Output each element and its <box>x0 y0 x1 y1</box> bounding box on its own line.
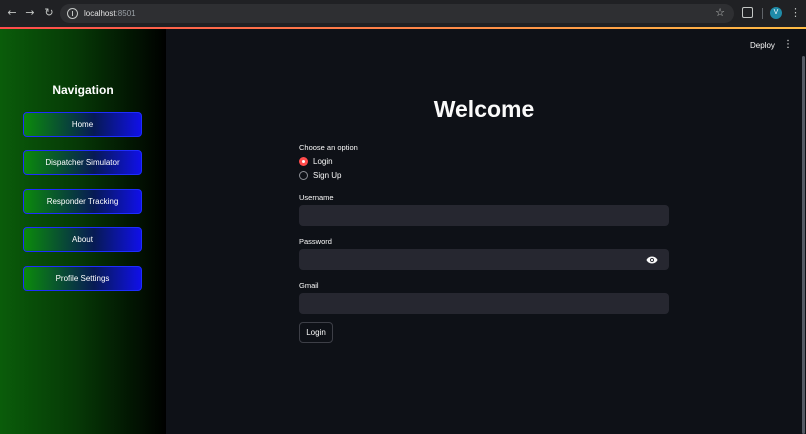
eye-icon[interactable] <box>646 254 658 266</box>
sidebar-item-label: Profile Settings <box>55 274 110 283</box>
username-input[interactable] <box>299 205 669 226</box>
radio-label: Sign Up <box>313 171 342 180</box>
scrollbar[interactable] <box>802 56 805 434</box>
password-label: Password <box>299 237 332 246</box>
back-arrow-icon[interactable]: ← <box>5 6 19 20</box>
sidebar-item-label: About <box>72 235 93 244</box>
reload-icon[interactable]: ↻ <box>42 6 56 20</box>
login-button-label: Login <box>306 328 326 337</box>
address-bar[interactable]: localhost:8501 ☆ <box>60 4 734 23</box>
radio-sign-up[interactable]: Sign Up <box>299 171 341 180</box>
username-label: Username <box>299 193 334 202</box>
sidebar-item-profile-settings[interactable]: Profile Settings <box>23 266 142 291</box>
login-button[interactable]: Login <box>299 322 333 343</box>
option-label: Choose an option <box>299 143 358 152</box>
url-host: localhost <box>84 9 116 18</box>
sidebar-item-responder-tracking[interactable]: Responder Tracking <box>23 189 142 214</box>
password-input[interactable] <box>299 249 669 270</box>
sidebar-title: Navigation <box>52 83 114 97</box>
site-info-icon[interactable] <box>67 8 78 19</box>
url-port: :8501 <box>115 9 136 18</box>
radio-login[interactable]: Login <box>299 157 333 166</box>
sidebar-item-label: Responder Tracking <box>46 197 119 206</box>
gmail-input[interactable] <box>299 293 669 314</box>
radio-label: Login <box>313 157 333 166</box>
main-content <box>166 29 806 434</box>
radio-selected-icon[interactable] <box>299 157 308 166</box>
profile-avatar[interactable]: V <box>770 7 782 19</box>
forward-arrow-icon[interactable]: → <box>23 6 37 20</box>
extensions-puzzle-icon[interactable] <box>742 7 753 18</box>
sidebar-item-label: Home <box>71 120 94 129</box>
page-title: Welcome <box>433 96 535 122</box>
app-menu-icon[interactable]: ⋮ <box>783 39 793 50</box>
gmail-label: Gmail <box>299 281 319 290</box>
bookmark-star-icon[interactable]: ☆ <box>715 6 725 19</box>
sidebar-item-home[interactable]: Home <box>23 112 142 137</box>
deploy-button[interactable]: Deploy <box>750 41 775 50</box>
sidebar-item-label: Dispatcher Simulator <box>45 158 120 167</box>
browser-toolbar: ← → ↻ localhost:8501 ☆ V ⋮ <box>0 0 806 27</box>
radio-unselected-icon[interactable] <box>299 171 308 180</box>
sidebar-item-about[interactable]: About <box>23 227 142 252</box>
sidebar: Navigation Home Dispatcher Simulator Res… <box>0 29 166 434</box>
sidebar-item-dispatcher-simulator[interactable]: Dispatcher Simulator <box>23 150 142 175</box>
url-text: localhost:8501 <box>84 7 136 20</box>
toolbar-divider <box>762 8 763 19</box>
browser-menu-icon[interactable]: ⋮ <box>790 6 801 20</box>
